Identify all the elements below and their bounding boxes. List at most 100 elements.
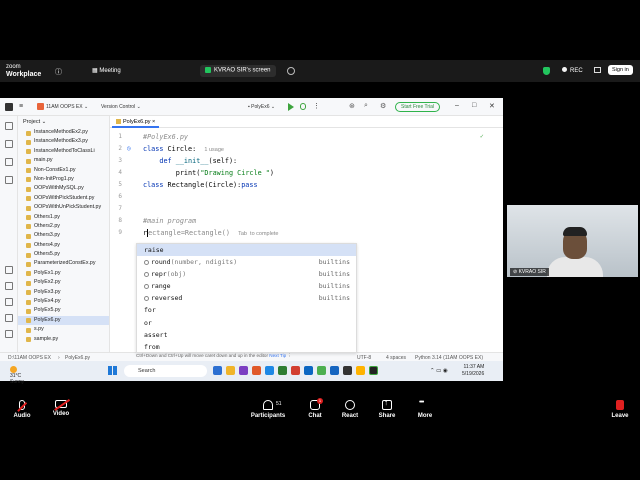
app-icon[interactable] (317, 366, 326, 375)
autocomplete-item[interactable]: round(number, ndigits) builtins (137, 256, 356, 268)
tree-file-item[interactable]: OOPsWithPickStudent.py (18, 194, 109, 203)
system-tray[interactable]: ⌃ ▭ ◉ (430, 368, 448, 374)
run-config-selector[interactable]: ▪ PolyEx6 ⌄ (248, 104, 275, 110)
taskbar-search[interactable]: Search (124, 365, 207, 377)
services-icon[interactable] (5, 330, 13, 338)
ai-assistant-icon[interactable]: ⊛ (349, 102, 355, 110)
tree-file-item[interactable]: s.py (18, 325, 109, 334)
tree-file-item[interactable]: InstanceMethodToClassLi (18, 147, 109, 156)
react-icon (345, 400, 355, 410)
pycharm-icon[interactable] (369, 366, 378, 375)
minimize-icon[interactable]: – (455, 102, 459, 109)
tree-file-item[interactable]: main.py (18, 156, 109, 165)
project-tool-icon[interactable] (5, 122, 13, 130)
run-icon[interactable] (288, 103, 294, 111)
autocomplete-item[interactable]: range builtins (137, 280, 356, 292)
tree-file-item[interactable]: Others1.py (18, 213, 109, 222)
python-packages-icon[interactable] (5, 266, 13, 274)
python-console-icon[interactable] (5, 282, 13, 290)
app-icon[interactable] (304, 366, 313, 375)
maximize-icon[interactable]: □ (472, 102, 476, 109)
project-panel-header[interactable]: Project ⌄ (18, 116, 109, 128)
tree-file-item[interactable]: sample.py (18, 335, 109, 344)
line-number: 9 (118, 229, 122, 236)
tree-file-item[interactable]: PolyEx1.py (18, 269, 109, 278)
autocomplete-item[interactable]: raise (137, 244, 356, 257)
participants-button[interactable]: 51 Participants (248, 400, 288, 419)
line-number: 4 (118, 169, 122, 176)
function-icon (144, 259, 149, 265)
taskbar-clock[interactable]: 11:37 AM 5/19/2026 (462, 364, 484, 377)
close-icon[interactable]: ✕ (489, 102, 495, 110)
tree-file-item[interactable]: Others4.py (18, 241, 109, 250)
tree-file-item[interactable]: InstanceMethodEx3.py (18, 137, 109, 146)
tree-file-item[interactable]: PolyEx4.py (18, 297, 109, 306)
tree-file-item[interactable]: PolyEx5.py (18, 306, 109, 315)
tree-file-item[interactable]: OOPsWithMySQL.py (18, 184, 109, 193)
sign-in-button[interactable]: Sign in (608, 65, 633, 75)
commit-tool-icon[interactable] (5, 140, 13, 148)
windows-start-icon[interactable] (108, 366, 117, 375)
search-icon[interactable]: ⌕ (364, 102, 368, 110)
tree-file-item[interactable]: Others3.py (18, 231, 109, 240)
tree-file-item[interactable]: Non-ConstEx1.py (18, 166, 109, 175)
hamburger-menu-icon[interactable]: ≡ (19, 103, 23, 110)
project-selector[interactable]: 11AM OOPS EX ⌄ (37, 103, 88, 110)
autocomplete-item[interactable]: or (137, 317, 356, 329)
more-actions-icon[interactable]: ⋮ (313, 102, 320, 110)
start-free-trial-button[interactable]: Start Free Trial (395, 102, 441, 112)
debug-icon[interactable] (300, 103, 306, 110)
inspection-ok-icon[interactable]: ✓ (480, 133, 484, 140)
react-button[interactable]: React (330, 400, 370, 419)
app-icon[interactable] (343, 366, 352, 375)
problems-icon[interactable] (5, 298, 13, 306)
structure-tool-icon[interactable] (5, 158, 13, 166)
code-line-4: print("Drawing Circle ") (175, 169, 274, 177)
tree-file-item[interactable]: PolyEx6.py (18, 315, 109, 326)
autocomplete-item[interactable]: for (137, 304, 356, 316)
tree-file-item[interactable]: PolyEx2.py (18, 278, 109, 287)
tree-file-item[interactable]: PolyEx3.py (18, 288, 109, 297)
more-tools-icon[interactable] (5, 176, 13, 184)
view-options-icon[interactable] (287, 67, 295, 75)
file-explorer-icon[interactable] (226, 366, 235, 375)
more-button[interactable]: More (405, 399, 445, 419)
app-icon[interactable] (252, 366, 261, 375)
security-shield-icon[interactable] (543, 67, 550, 75)
code-line-1: #PolyEx6.py (143, 133, 189, 141)
autocomplete-item[interactable]: from (137, 341, 356, 353)
tree-file-item[interactable]: Non-InitProg1.py (18, 175, 109, 184)
tree-file-item[interactable]: OOPsWithUnPickStudent.py (18, 203, 109, 212)
task-view-icon[interactable] (213, 366, 222, 375)
autocomplete-item[interactable]: repr(obj) builtins (137, 268, 356, 280)
tree-file-item[interactable]: InstanceMethodEx2.py (18, 128, 109, 137)
edge-icon[interactable] (265, 366, 274, 375)
window-mode-icon[interactable] (594, 67, 601, 73)
audio-button[interactable]: Audio (2, 400, 42, 419)
app-icon[interactable] (278, 366, 287, 375)
chat-button[interactable]: 1 Chat (295, 398, 335, 419)
shared-screen-label[interactable]: KVRAO SIR's screen (200, 65, 276, 77)
tree-file-item[interactable]: Others5.py (18, 250, 109, 259)
participant-video[interactable]: ⊘ KVRAO SIR (507, 205, 638, 277)
app-icon[interactable] (239, 366, 248, 375)
terminal-icon[interactable] (5, 314, 13, 322)
share-button[interactable]: Share (367, 398, 407, 419)
version-control-menu[interactable]: Version Control ⌄ (101, 104, 141, 110)
meeting-menu[interactable]: ▦ Meeting (92, 67, 121, 74)
zoom-app-icon[interactable] (330, 366, 339, 375)
tab-polyex6[interactable]: PolyEx6.py × (112, 118, 160, 128)
autocomplete-item[interactable]: reversed builtins (137, 292, 356, 304)
tree-file-item[interactable]: Others2.py (18, 222, 109, 231)
tree-file-item[interactable]: ParameterizedConstEx.py (18, 259, 109, 268)
weather-widget[interactable]: 31°C Sunny (10, 364, 24, 385)
app-icon[interactable] (356, 366, 365, 375)
info-icon[interactable]: ⓘ (55, 67, 62, 77)
chrome-icon[interactable] (291, 366, 300, 375)
video-button[interactable]: Video (41, 400, 81, 417)
run-gutter-icon[interactable]: ◷ (127, 145, 131, 152)
settings-gear-icon[interactable]: ⚙ (380, 102, 386, 110)
leave-button[interactable]: Leave (600, 400, 640, 419)
participant-body (547, 257, 603, 277)
autocomplete-item[interactable]: assert (137, 329, 356, 341)
